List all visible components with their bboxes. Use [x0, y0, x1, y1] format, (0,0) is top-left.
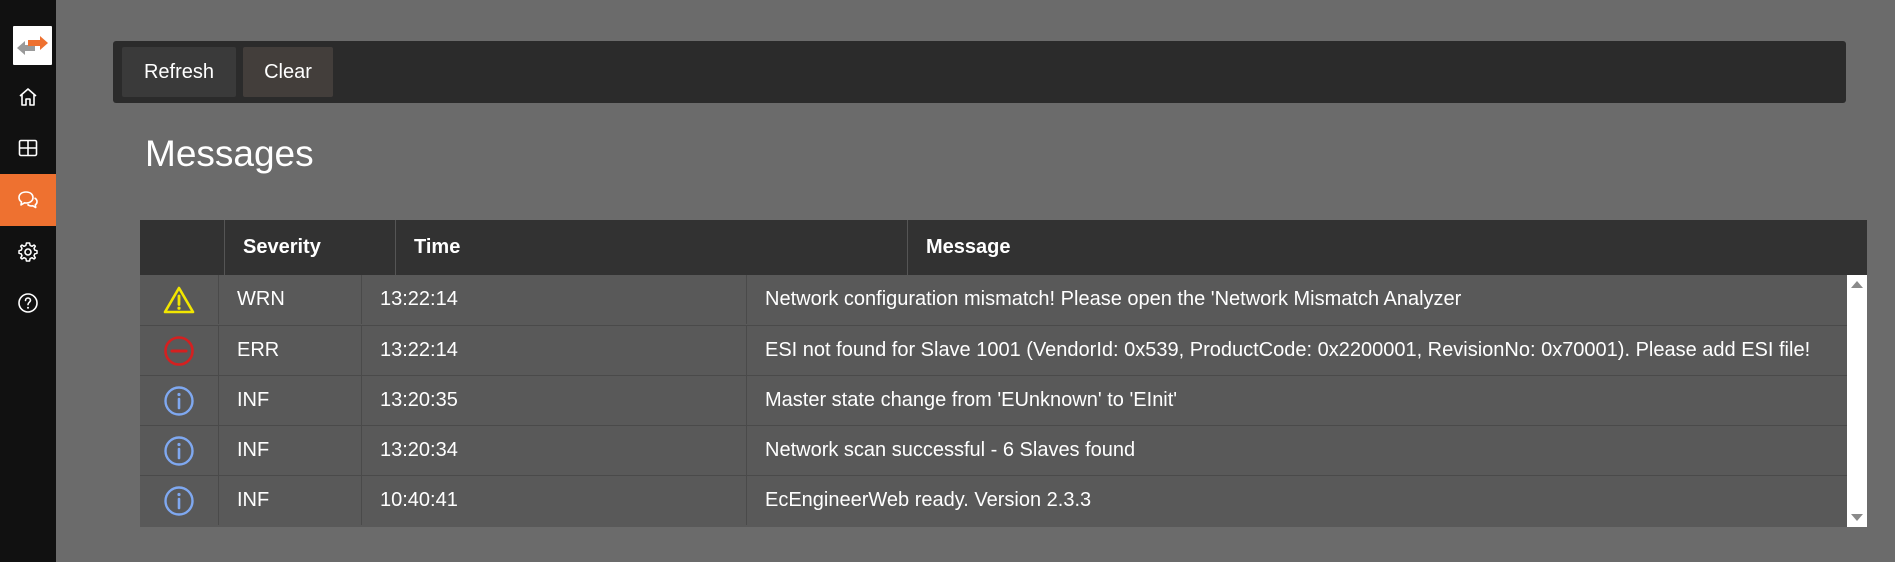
table-body: WRN 13:22:14 Network configuration misma… [140, 275, 1847, 527]
toolbar: Refresh Clear [113, 41, 1846, 103]
page-title: Messages [145, 133, 314, 174]
severity-cell: INF [218, 476, 361, 525]
header-icon [140, 220, 224, 275]
table-row[interactable]: INF 13:20:34 Network scan successful - 6… [140, 425, 1847, 475]
header-time[interactable]: Time [395, 220, 907, 275]
grid-icon [18, 139, 38, 157]
table-scrollbar[interactable] [1847, 275, 1867, 527]
home-icon [19, 88, 37, 106]
severity-cell: WRN [218, 275, 361, 324]
time-cell: 13:20:35 [361, 376, 746, 425]
info-icon [164, 435, 194, 466]
logo-icon [17, 36, 48, 55]
messages-table: Severity Time Message WRN 13:22:14 Netwo… [140, 220, 1867, 527]
table-row[interactable]: INF 13:20:35 Master state change from 'E… [140, 375, 1847, 425]
warning-icon [163, 286, 195, 313]
severity-cell: ERR [218, 326, 361, 375]
severity-icon-cell [140, 326, 218, 375]
header-severity[interactable]: Severity [224, 220, 395, 275]
severity-icon-cell [140, 275, 218, 324]
severity-icon-cell [140, 376, 218, 425]
message-cell: Master state change from 'EUnknown' to '… [746, 376, 1847, 425]
header-message[interactable]: Message [907, 220, 1847, 275]
table-row[interactable]: ERR 13:22:14 ESI not found for Slave 100… [140, 325, 1847, 375]
message-cell: Network configuration mismatch! Please o… [746, 275, 1847, 324]
sidebar-item-settings[interactable] [0, 226, 56, 278]
scroll-up-icon[interactable] [1851, 281, 1863, 288]
help-icon [18, 293, 38, 313]
severity-cell: INF [218, 376, 361, 425]
message-cell: Network scan successful - 6 Slaves found [746, 426, 1847, 475]
message-cell: EcEngineerWeb ready. Version 2.3.3 [746, 476, 1847, 525]
severity-icon-cell [140, 426, 218, 475]
sidebar-item-messages[interactable] [0, 174, 56, 226]
message-cell: ESI not found for Slave 1001 (VendorId: … [746, 326, 1847, 375]
table-row[interactable]: INF 10:40:41 EcEngineerWeb ready. Versio… [140, 475, 1847, 525]
error-icon [164, 335, 194, 366]
messages-icon [18, 191, 38, 209]
refresh-button[interactable]: Refresh [122, 47, 236, 97]
table-row[interactable]: WRN 13:22:14 Network configuration misma… [140, 275, 1847, 325]
time-cell: 13:20:34 [361, 426, 746, 475]
scroll-down-icon[interactable] [1851, 514, 1863, 521]
time-cell: 13:22:14 [361, 326, 746, 375]
time-cell: 10:40:41 [361, 476, 746, 525]
sidebar-item-home[interactable] [0, 71, 56, 123]
severity-icon-cell [140, 476, 218, 525]
header-scroll-cap [1847, 220, 1867, 275]
gear-icon [18, 242, 38, 262]
info-icon [164, 385, 194, 416]
table-header: Severity Time Message [140, 220, 1847, 275]
time-cell: 13:22:14 [361, 275, 746, 324]
sidebar [0, 0, 56, 562]
app-logo[interactable] [13, 26, 52, 65]
sidebar-item-help[interactable] [0, 277, 56, 329]
info-icon [164, 485, 194, 516]
severity-cell: INF [218, 426, 361, 475]
clear-button[interactable]: Clear [243, 47, 333, 97]
sidebar-item-dashboard[interactable] [0, 122, 56, 174]
